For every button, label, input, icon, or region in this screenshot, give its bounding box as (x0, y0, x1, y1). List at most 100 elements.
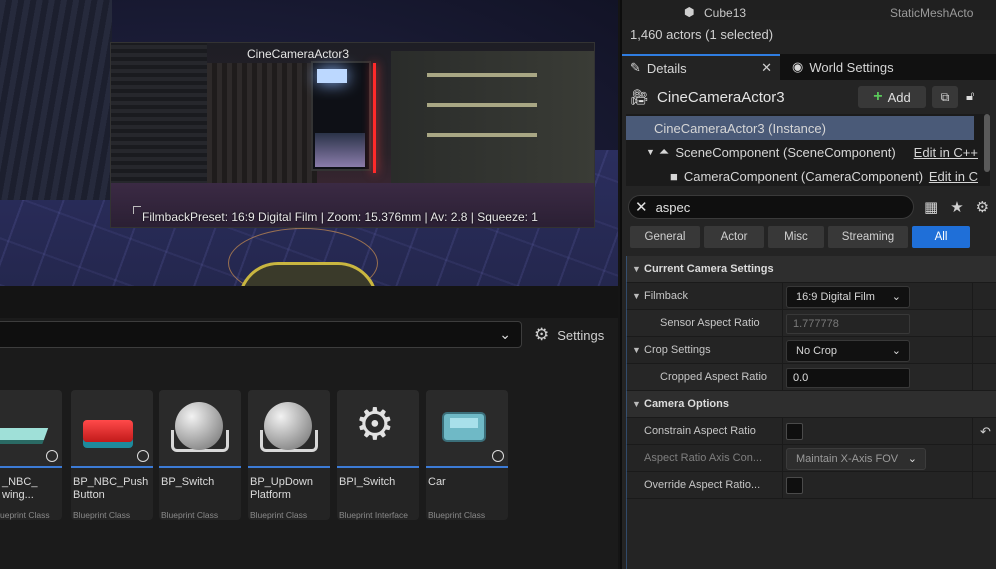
lock-icon[interactable]: 🔓︎ (966, 88, 974, 104)
gear-icon[interactable]: ⚙ (976, 198, 989, 216)
edit-in-cpp-link[interactable]: Edit in C++ (914, 145, 978, 160)
asset-thumbnail (248, 390, 330, 468)
constrain-aspect-checkbox[interactable] (786, 423, 803, 440)
asset-thumbnail (159, 390, 241, 468)
component-tree: CineCameraActor3 (Instance) ▼ ⏶ SceneCom… (626, 114, 990, 186)
override-aspect-checkbox[interactable] (786, 477, 803, 494)
cube-icon: ⬢ (684, 5, 695, 19)
sensor-aspect-field: 1.777778 (786, 314, 910, 334)
reset-to-default-icon[interactable]: ↶ (980, 424, 991, 440)
asset-tile[interactable]: Car Blueprint Class (426, 390, 508, 520)
chevron-down-icon: ⌄ (891, 345, 901, 357)
collapse-triangle-icon: ▼ (646, 147, 655, 157)
tab-world-settings-label: World Settings (809, 59, 894, 75)
asset-class: Blueprint Class (428, 510, 486, 520)
interface-icon: ⚙ (355, 400, 395, 449)
chevron-down-icon: ⌄ (891, 291, 901, 303)
asset-tile[interactable]: BP_UpDown Platform Blueprint Class (248, 390, 330, 520)
add-component-button[interactable]: + Add (858, 86, 926, 108)
cropped-aspect-field[interactable]: 0.0 (786, 368, 910, 388)
prop-aspect-axis-constraint: Aspect Ratio Axis Con... Maintain X-Axis… (626, 445, 996, 472)
asset-name: _NBC_ wing... (2, 476, 38, 501)
asset-tile[interactable]: ⚙ BPI_Switch Blueprint Interface (337, 390, 419, 520)
asset-class: ueprint Class (0, 510, 50, 520)
asset-name: BP_Switch (161, 476, 215, 488)
asset-tile[interactable]: BP_NBC_Push Button Blueprint Class (71, 390, 153, 520)
star-icon[interactable]: ★ (950, 198, 963, 216)
prop-filmback: ▼ Filmback 16:9 Digital Film ⌄ (626, 283, 996, 310)
asset-thumbnail: ⚙ (337, 390, 419, 468)
category-camera-options[interactable]: ▼ Camera Options (626, 391, 996, 418)
filter-buttons: General Actor Misc Streaming All (630, 226, 970, 248)
tab-world-settings[interactable]: ◉ World Settings (784, 54, 944, 80)
path-dropdown[interactable]: ⌄ (0, 321, 522, 348)
collapse-triangle-icon: ▼ (632, 264, 641, 274)
details-panel: 🎥︎ CineCameraActor3 + Add ⧉ 🔓︎ CineCamer… (622, 80, 996, 569)
filter-misc[interactable]: Misc (768, 226, 824, 248)
clear-search-icon[interactable]: ✕ (635, 198, 648, 216)
filter-all[interactable]: All (912, 226, 970, 248)
filmback-info: FilmbackPreset: 16:9 Digital Film | Zoom… (142, 210, 538, 224)
axis-constraint-dropdown[interactable]: Maintain X-Axis FOV ⌄ (786, 448, 926, 470)
tab-details[interactable]: ✎ Details ✕ (622, 54, 780, 80)
filter-streaming[interactable]: Streaming (828, 226, 908, 248)
search-tools: ▦ ★ ⚙ (924, 198, 989, 216)
asset-class: Blueprint Class (161, 510, 219, 520)
prop-sensor-aspect-ratio: Sensor Aspect Ratio 1.777778 (626, 310, 996, 337)
component-row-camera[interactable]: ■ CameraComponent (CameraComponent) Edit… (626, 164, 978, 188)
component-row-instance[interactable]: CineCameraActor3 (Instance) (626, 116, 974, 140)
table-view-icon[interactable]: ▦ (924, 198, 938, 216)
search-value: aspec (655, 199, 691, 215)
plus-icon: + (873, 88, 883, 105)
camera-preview (110, 42, 595, 228)
edit-in-cpp-link[interactable]: Edit in C (929, 169, 978, 184)
scene-component-icon: ⏶ (658, 144, 670, 159)
component-label: CineCameraActor3 (Instance) (654, 120, 826, 136)
collapse-triangle-icon[interactable]: ▼ (632, 291, 641, 301)
car-icon (442, 412, 486, 442)
chevron-down-icon: ⌄ (907, 453, 917, 465)
level-viewport[interactable]: CineCameraActor3 FilmbackPreset: 16:9 Di… (0, 0, 618, 286)
crop-settings-dropdown[interactable]: No Crop ⌄ (786, 340, 910, 362)
component-label: CameraComponent (CameraComponent) (683, 168, 924, 184)
asset-name: BPI_Switch (339, 476, 396, 488)
collapse-triangle-icon[interactable]: ▼ (632, 345, 641, 355)
asset-tile[interactable]: BP_Switch Blueprint Class (159, 390, 241, 520)
add-label: Add (887, 89, 911, 105)
viewport-wall (0, 0, 112, 200)
gear-icon: ⚙ (534, 325, 550, 344)
blueprint-badge-icon (46, 450, 58, 462)
tab-details-label: Details (646, 60, 687, 76)
prop-constrain-aspect-ratio: Constrain Aspect Ratio ↶ (626, 418, 996, 445)
asset-tile[interactable]: _NBC_ wing... ueprint Class (0, 390, 62, 520)
outliner-row-class: StaticMeshActo (890, 6, 974, 20)
component-row-scene[interactable]: ▼ ⏶ SceneComponent (SceneComponent) Edit… (626, 140, 978, 164)
camera-actor-icon: 🎥︎ (630, 89, 650, 106)
filmback-dropdown[interactable]: 16:9 Digital Film ⌄ (786, 286, 910, 308)
asset-class: Blueprint Interface (339, 510, 408, 520)
settings-button[interactable]: ⚙ Settings (534, 324, 604, 346)
asset-class: Blueprint Class (73, 510, 131, 520)
prop-crop-settings: ▼ Crop Settings No Crop ⌄ (626, 337, 996, 364)
panel-tabs: ✎ Details ✕ ◉ World Settings (622, 54, 996, 80)
component-label: SceneComponent (SceneComponent) (675, 144, 896, 160)
filter-general[interactable]: General (630, 226, 700, 248)
filter-actor[interactable]: Actor (704, 226, 764, 248)
scrollbar[interactable] (984, 114, 990, 172)
actor-count: 1,460 actors (1 selected) (622, 20, 996, 54)
close-icon[interactable]: ✕ (761, 60, 772, 76)
outliner-row[interactable]: ⬢ Cube13 StaticMeshActo (622, 0, 996, 20)
details-search-input[interactable]: ✕ aspec (628, 195, 914, 219)
prop-cropped-aspect-ratio: Cropped Aspect Ratio 0.0 (626, 364, 996, 391)
right-panel: ⬢ Cube13 StaticMeshActo 1,460 actors (1 … (620, 0, 996, 569)
blueprint-badge-icon (492, 450, 504, 462)
settings-label: Settings (557, 327, 605, 343)
pencil-icon: ✎ (630, 60, 641, 75)
category-current-camera[interactable]: ▼ Current Camera Settings (626, 256, 996, 283)
preview-corner-marker (133, 206, 141, 214)
content-browser: ⌄ ⚙ Settings _NBC_ wing... ueprint Class… (0, 286, 618, 569)
asset-class: Blueprint Class (250, 510, 308, 520)
outliner-row-name: Cube13 (704, 6, 747, 20)
asset-name: Car (428, 476, 446, 488)
blueprint-button[interactable]: ⧉ (932, 86, 958, 108)
